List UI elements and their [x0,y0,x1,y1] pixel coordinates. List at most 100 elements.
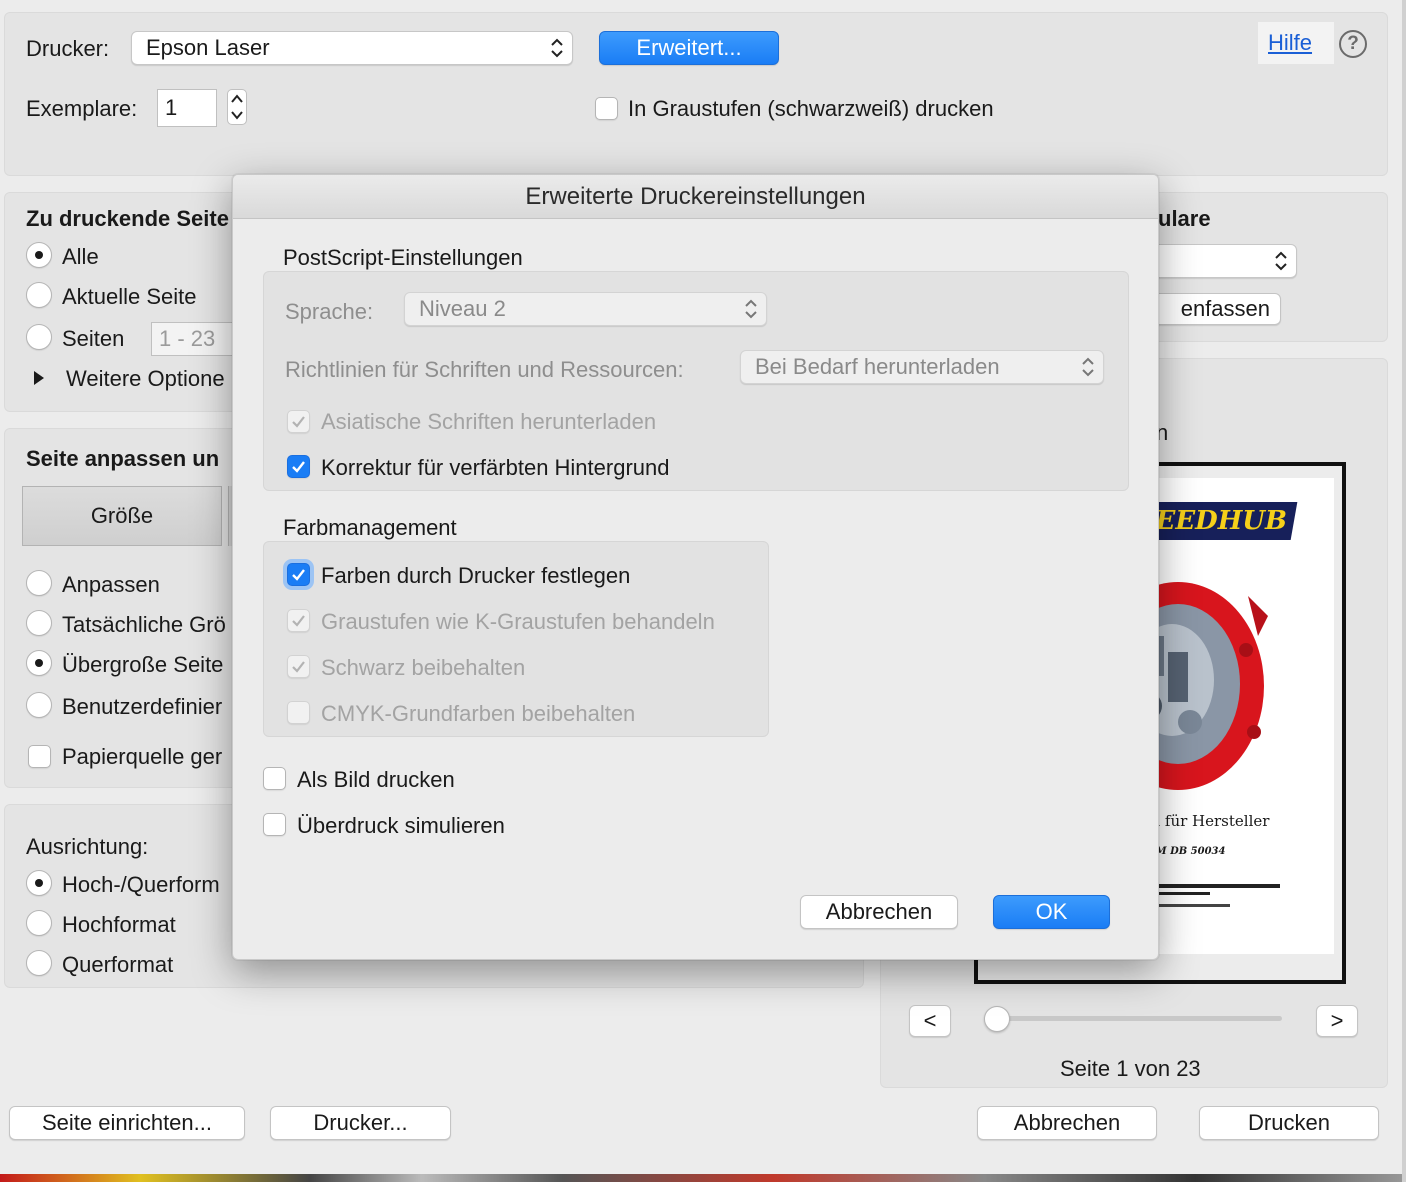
preview-next-button[interactable]: > [1316,1005,1358,1037]
orientation-title: Ausrichtung: [26,834,149,859]
pages-title: Zu druckende Seite [26,206,229,231]
pages-current-label: Aktuelle Seite [62,284,197,309]
auto-orientation-radio[interactable] [26,870,52,896]
popup-arrows-icon [745,299,757,319]
annotations-title: ulare [1158,206,1211,231]
size-title: Seite anpassen un [26,446,220,471]
fonts-policy-label: Richtlinien für Schriften und Ressourcen… [285,357,684,382]
postscript-title: PostScript-Einstellungen [283,245,523,270]
popup-arrows-icon [1275,251,1287,271]
portrait-radio[interactable] [26,910,52,936]
pages-all-label: Alle [62,244,99,269]
copies-value: 1 [165,95,178,120]
printer-select[interactable]: Epson Laser [131,31,573,65]
checkmark-icon [292,569,305,581]
simulate-overprint-label: Überdruck simulieren [297,813,505,838]
page-indicator: Seite 1 von 23 [1060,1056,1201,1081]
page-setup-button[interactable]: Seite einrichten... [9,1106,245,1140]
language-select[interactable]: Niveau 2 [404,292,767,326]
dialog-ok-button[interactable]: OK [993,895,1110,929]
bg-correction-checkbox[interactable] [287,455,310,478]
printer-label: Drucker: [26,36,110,61]
advanced-printer-settings-dialog: Erweiterte Druckereinstellungen PostScri… [232,174,1159,960]
checkmark-icon [292,461,305,473]
keep-black-label: Schwarz beibehalten [321,655,526,680]
landscape-label: Querformat [62,952,174,977]
copies-input[interactable]: 1 [157,89,217,127]
size-tab[interactable]: Größe [22,486,222,546]
pages-range-label: Seiten [62,326,125,351]
summarize-button[interactable]: enfassen [1140,293,1281,325]
fit-radio[interactable] [26,570,52,596]
prev-icon: < [923,1008,937,1033]
checkmark-icon [292,661,305,673]
main-print-button[interactable]: Drucken [1199,1106,1379,1140]
landscape-radio[interactable] [26,950,52,976]
window-right-edge [1402,0,1406,1182]
fonts-policy-value: Bei Bedarf herunterladen [755,354,1000,379]
simulate-overprint-checkbox[interactable] [263,813,286,836]
printer-colors-checkbox[interactable] [287,563,310,586]
fonts-policy-select[interactable]: Bei Bedarf herunterladen [740,350,1104,384]
pages-range-value: 1 - 23 [159,326,216,351]
disclosure-triangle-icon[interactable] [32,369,46,387]
help-icon[interactable]: ? [1339,30,1367,58]
pages-current-radio[interactable] [26,282,52,308]
language-value: Niveau 2 [419,296,506,321]
pages-range-input[interactable]: 1 - 23 [151,322,241,356]
paper-source-checkbox[interactable] [28,745,51,768]
help-icon-glyph: ? [1347,33,1359,54]
main-cancel-button[interactable]: Abbrechen [977,1106,1157,1140]
gray-as-k-label: Graustufen wie K-Graustufen behandeln [321,609,715,634]
next-icon: > [1330,1008,1344,1033]
asian-fonts-checkbox[interactable] [287,410,310,433]
size-panel [4,428,244,788]
bg-correction-label: Korrektur für verfärbten Hintergrund [321,455,670,480]
printer-select-value: Epson Laser [146,35,270,60]
copies-stepper[interactable] [227,89,247,125]
shrink-oversized-label: Übergroße Seite [62,652,224,677]
pages-range-radio[interactable] [26,324,52,350]
gray-as-k-checkbox[interactable] [287,609,310,632]
keep-cmyk-label: CMYK-Grundfarben beibehalten [321,701,636,726]
dialog-title-bar: Erweiterte Druckereinstellungen [233,175,1158,219]
stepper-arrows-icon [231,94,243,120]
copies-label: Exemplare: [26,96,138,121]
print-as-image-label: Als Bild drucken [297,767,455,792]
actual-size-radio[interactable] [26,610,52,636]
custom-scale-label: Benutzerdefinier [62,694,223,719]
actual-size-label: Tatsächliche Grö [62,612,226,637]
advanced-button[interactable]: Erweitert... [599,31,779,65]
preview-slider-knob[interactable] [984,1006,1010,1032]
custom-scale-radio[interactable] [26,692,52,718]
popup-arrows-icon [551,38,563,58]
window-bottom-edge [0,1174,1406,1182]
language-label: Sprache: [285,299,374,324]
print-as-image-checkbox[interactable] [263,767,286,790]
shrink-oversized-radio[interactable] [26,650,52,676]
portrait-label: Hochformat [62,912,176,937]
color-management-title: Farbmanagement [283,515,457,540]
preview-prev-button[interactable]: < [909,1005,951,1037]
printer-dialog-button[interactable]: Drucker... [270,1106,451,1140]
checkmark-icon [292,416,305,428]
dialog-title: Erweiterte Druckereinstellungen [525,182,866,210]
preview-slider-track[interactable] [986,1016,1282,1021]
popup-arrows-icon [1082,357,1094,377]
paper-source-label: Papierquelle ger [62,744,223,769]
keep-cmyk-checkbox[interactable] [287,701,310,724]
pages-all-radio[interactable] [26,242,52,268]
auto-orientation-label: Hoch-/Querform [62,872,220,897]
keep-black-checkbox[interactable] [287,655,310,678]
annotations-select[interactable] [1140,244,1297,278]
summarize-button-label: enfassen [1180,296,1270,321]
printer-colors-label: Farben durch Drucker festlegen [321,563,631,588]
checkmark-icon [292,615,305,627]
grayscale-label: In Graustufen (schwarzweiß) drucken [628,96,994,121]
help-link[interactable]: Hilfe [1268,30,1312,56]
dialog-cancel-button[interactable]: Abbrechen [800,895,958,929]
size-tab-label: Größe [90,503,154,528]
more-options-label[interactable]: Weitere Optione [66,366,225,392]
fit-label: Anpassen [62,572,160,597]
grayscale-checkbox[interactable] [595,97,618,120]
